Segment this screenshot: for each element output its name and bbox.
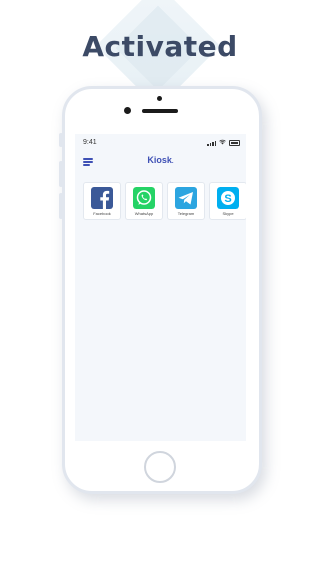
front-camera bbox=[124, 107, 131, 114]
earpiece-speaker bbox=[142, 109, 178, 113]
app-tile-facebook[interactable]: Facebook bbox=[83, 182, 121, 220]
proximity-sensor bbox=[157, 96, 162, 101]
svg-text:S: S bbox=[224, 193, 231, 205]
mute-switch bbox=[59, 133, 63, 147]
phone-screen: 9:41 Kiosk. Facebook WhatsApp Telegram S… bbox=[75, 134, 246, 441]
volume-down-button bbox=[59, 193, 63, 219]
brand-dot: . bbox=[171, 159, 174, 165]
status-icons bbox=[207, 139, 240, 147]
facebook-icon bbox=[91, 187, 113, 209]
app-label: WhatsApp bbox=[134, 211, 154, 216]
home-button[interactable] bbox=[144, 451, 176, 483]
telegram-icon bbox=[175, 187, 197, 209]
signal-icon bbox=[207, 140, 216, 146]
app-label: Skype bbox=[222, 211, 234, 216]
status-time: 9:41 bbox=[83, 139, 97, 146]
app-tile-whatsapp[interactable]: WhatsApp bbox=[125, 182, 163, 220]
app-grid: Facebook WhatsApp Telegram S Skype bbox=[83, 182, 246, 220]
whatsapp-icon bbox=[133, 187, 155, 209]
app-tile-skype[interactable]: S Skype bbox=[209, 182, 246, 220]
app-label: Facebook bbox=[93, 211, 111, 216]
wifi-icon bbox=[219, 139, 226, 147]
volume-up-button bbox=[59, 161, 63, 187]
brand-name: Kiosk bbox=[147, 155, 172, 165]
app-tile-telegram[interactable]: Telegram bbox=[167, 182, 205, 220]
app-label: Telegram bbox=[177, 211, 195, 216]
brand-logo: Kiosk. bbox=[75, 155, 246, 165]
page-title: Activated bbox=[82, 30, 238, 63]
skype-icon: S bbox=[217, 187, 239, 209]
battery-icon bbox=[229, 140, 240, 146]
